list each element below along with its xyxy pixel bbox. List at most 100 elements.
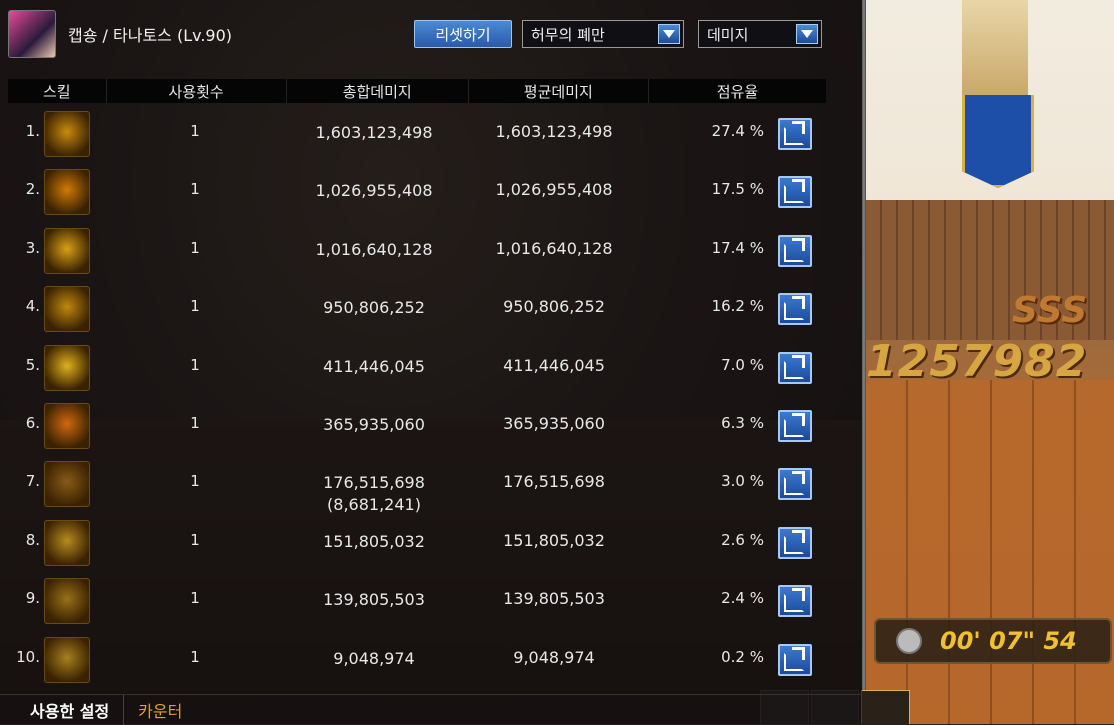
damage-share: 0.2 % [721,647,764,666]
rank-number: 4. [25,297,40,316]
timer-text: 00' 07" 54 [940,627,1077,655]
sword-icon [44,636,90,683]
use-count: 1 [190,589,200,608]
total-damage: 9,048,974 [284,648,464,670]
table-row: 10. 1 9,048,974 9,048,974 0.2 % [0,630,862,688]
rank-number: 3. [25,238,40,257]
avg-damage: 9,048,974 [513,647,595,667]
share-export-button[interactable] [778,234,812,267]
wooden-floor [866,380,1114,724]
total-damage: 1,026,955,408 [284,180,464,202]
total-damage-value: 139,805,503 [323,590,425,610]
use-count: 1 [190,530,200,549]
total-damage-value: 151,805,032 [323,531,425,551]
tab-counter[interactable]: 카운터 [123,695,196,725]
col-skill: 스킬 [8,79,107,103]
total-damage: 365,935,060 [284,414,464,436]
tiger-painting [962,0,1028,95]
total-damage-value: 176,515,698 [323,473,425,493]
total-damage: 950,806,252 [284,297,464,319]
use-count: 1 [190,238,200,257]
web-icon [44,461,90,508]
export-icon [784,121,805,145]
col-share: 점유율 [716,82,759,101]
dungeon-select-value: 허무의 폐만 [531,25,605,44]
damage-share: 7.0 % [721,355,764,374]
total-damage-value: 950,806,252 [323,298,425,318]
table-row: 7. 1 176,515,698 (8,681,241) 176,515,698 3.0 … [0,454,862,514]
export-icon [784,413,805,437]
panel-divider [862,0,866,724]
avg-damage: 950,806,252 [503,297,605,317]
table-row: 9. 1 139,805,503 139,805,503 2.4 % [0,571,862,629]
table-row: 3. 1 1,016,640,128 1,016,640,128 17.4 % [0,221,862,279]
damage-share: 17.4 % [711,238,764,257]
share-export-button[interactable] [778,643,812,676]
avg-damage: 1,016,640,128 [495,238,613,258]
total-damage-value: 1,016,640,128 [315,239,433,259]
rank-number: 10. [16,647,40,666]
share-export-button[interactable] [778,410,812,442]
avg-damage: 151,805,032 [503,530,605,550]
avg-damage: 1,026,955,408 [495,180,613,200]
share-export-button[interactable] [778,351,812,384]
export-icon [784,529,805,554]
chevron-down-icon[interactable] [658,24,680,44]
use-count: 1 [190,414,200,432]
panel-header: 캡숑 / 타나토스 (Lv.90) 리셋하기 허무의 폐만 데미지 [0,0,862,76]
share-export-button[interactable] [778,585,812,618]
rank-number: 5. [25,355,40,374]
export-icon [784,471,805,496]
table-row: 8. 1 151,805,032 151,805,032 2.6 % [0,513,862,571]
share-export-button[interactable] [778,176,812,209]
export-icon [784,237,805,262]
col-count: 사용횟수 [107,79,287,103]
export-icon [784,296,805,321]
table-row: 4. 1 950,806,252 950,806,252 16.2 % [0,279,862,337]
total-damage: 176,515,698 (8,681,241) [284,472,464,516]
dragon-icon [44,578,90,625]
total-damage-value: 1,603,123,498 [315,123,433,142]
dungeon-select[interactable]: 허무의 폐만 [522,20,684,48]
use-count: 1 [190,297,200,316]
table-row: 6. 1 365,935,060 365,935,060 6.3 % [0,396,862,454]
use-count: 1 [190,180,200,199]
quickslot[interactable] [861,690,911,724]
total-damage: 1,603,123,498 [284,122,464,144]
use-count: 1 [190,472,200,491]
use-count: 1 [190,355,200,374]
damage-share: 17.5 % [711,180,764,199]
mode-select-value: 데미지 [707,25,749,44]
col-avg-damage: 평균데미지 [469,79,649,103]
slash-wave-icon [44,227,90,274]
rank-number: 8. [25,530,40,549]
table-row: 5. 1 411,446,045 411,446,045 7.0 % [0,338,862,396]
skulls-icon [44,169,90,216]
avg-damage: 411,446,045 [503,355,605,375]
rank-number: 1. [25,122,40,140]
chevron-down-icon[interactable] [796,24,818,44]
blue-banner [962,95,1034,188]
damage-share: 27.4 % [711,122,764,140]
share-export-button[interactable] [778,468,812,501]
share-export-button[interactable] [778,293,812,326]
table-row: 2. 1 1,026,955,408 1,026,955,408 17.5 % [0,162,862,220]
total-damage: 151,805,032 [284,531,464,553]
reset-button[interactable]: 리셋하기 [414,20,512,48]
share-export-button[interactable] [778,118,812,150]
table-row: 1. 1 1,603,123,498 1,603,123,498 27.4 % [0,104,862,162]
mode-select[interactable]: 데미지 [698,20,822,48]
avatar [8,10,56,58]
rank-number: 6. [25,414,40,432]
dungeon-timer: 00' 07" 54 [874,618,1112,664]
export-icon [784,179,805,204]
clock-icon [896,628,922,654]
bottom-tabs: 사용한 설정 카운터 [0,694,862,725]
total-damage: 1,016,640,128 [284,239,464,261]
tab-settings[interactable]: 사용한 설정 [0,695,123,725]
total-damage: 139,805,503 [284,589,464,611]
skull-icon [44,344,90,391]
share-export-button[interactable] [778,526,812,559]
avg-damage: 365,935,060 [503,414,605,433]
avg-damage: 176,515,698 [503,472,605,492]
